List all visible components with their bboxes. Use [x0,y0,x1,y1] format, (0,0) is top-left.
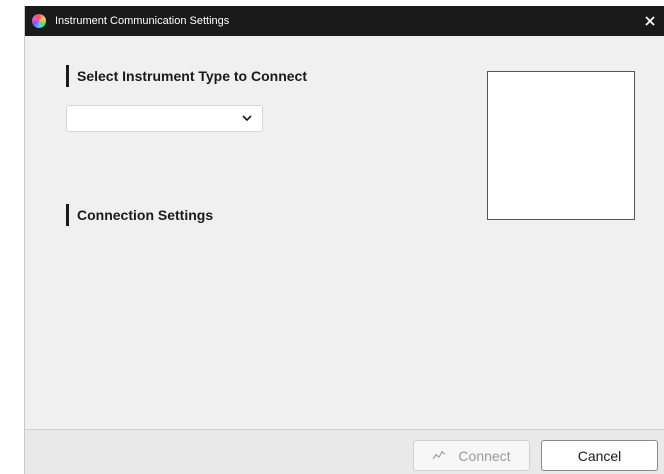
cancel-button[interactable]: Cancel [541,440,658,471]
close-button[interactable] [635,6,664,36]
connect-button-label: Connect [458,447,511,464]
color-wheel-icon [32,14,46,28]
connect-button[interactable]: Connect [413,440,530,471]
chevron-down-icon [242,115,252,122]
instrument-type-heading: Select Instrument Type to Connect [77,68,307,84]
close-icon [645,16,655,26]
section-accent-bar [66,65,69,87]
connection-settings-heading: Connection Settings [77,207,214,223]
instrument-preview-image [487,71,635,220]
connection-settings-section-header: Connection Settings [66,204,213,226]
cancel-button-label: Cancel [577,447,622,464]
instrument-type-section-header: Select Instrument Type to Connect [66,65,307,87]
dialog-footer: Connect Cancel [25,429,664,474]
window-title: Instrument Communication Settings [55,15,230,27]
instrument-type-dropdown[interactable] [66,105,263,132]
connection-pulse-icon [432,448,448,464]
section-accent-bar [66,204,69,226]
instrument-communication-dialog: Instrument Communication Settings Select… [24,6,664,474]
title-bar: Instrument Communication Settings [25,6,664,36]
